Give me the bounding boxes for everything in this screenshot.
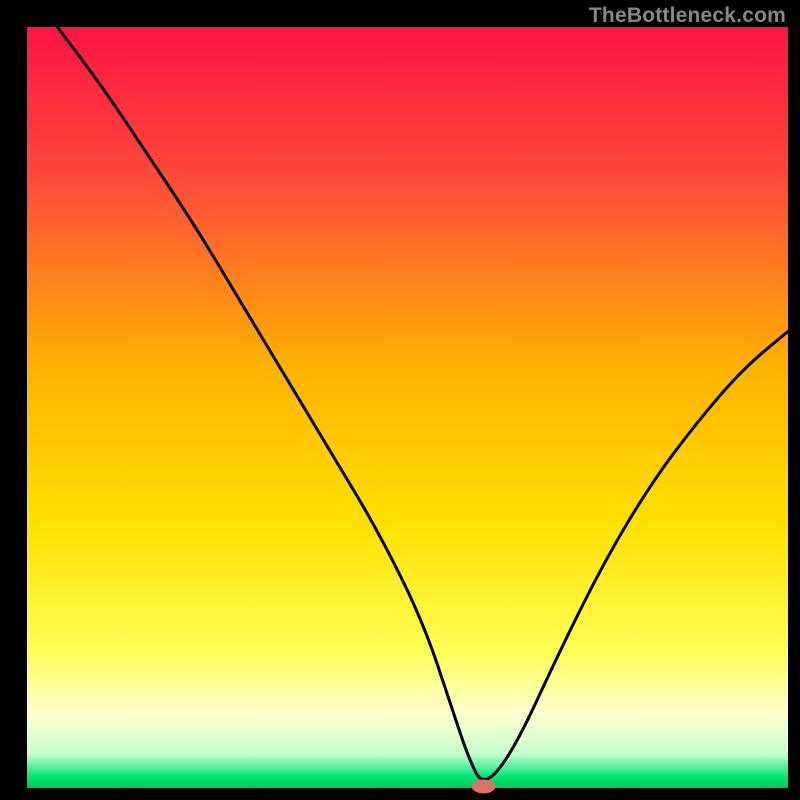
- bottleneck-chart: [0, 0, 800, 800]
- optimal-marker: [472, 779, 496, 793]
- chart-stage: TheBottleneck.com: [0, 0, 800, 800]
- plot-background: [27, 27, 788, 788]
- watermark-text: TheBottleneck.com: [589, 4, 786, 28]
